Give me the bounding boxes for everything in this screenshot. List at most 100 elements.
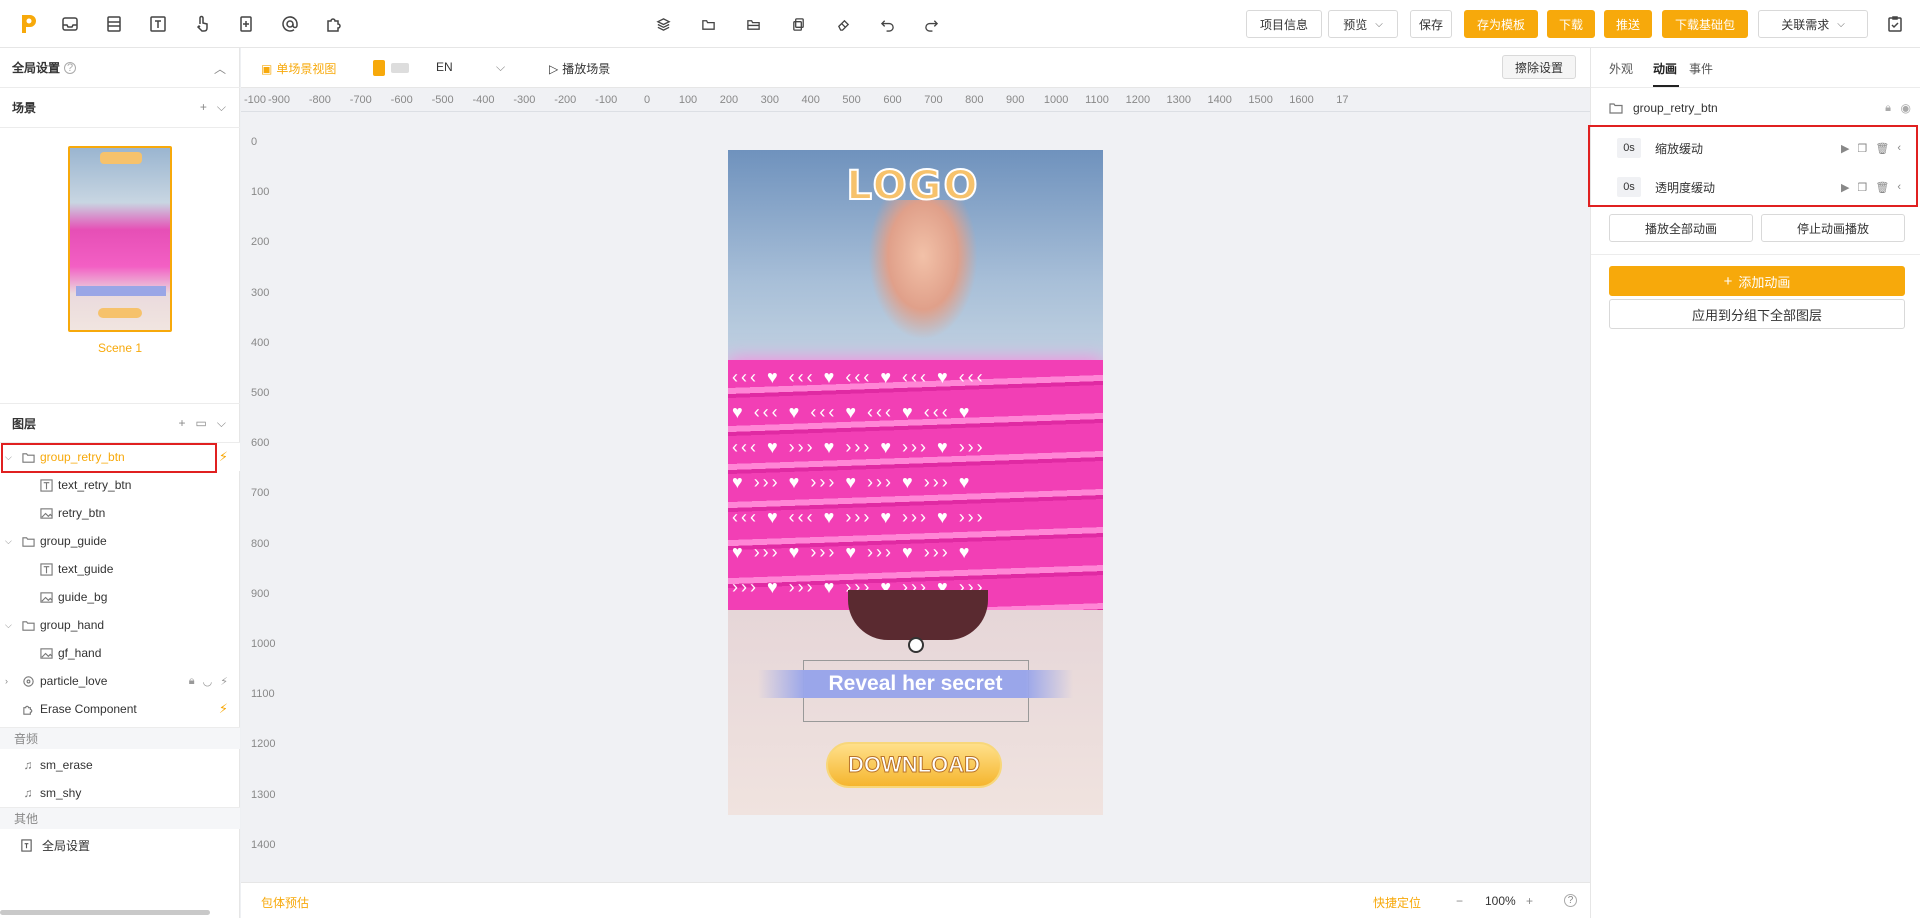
- folder-icon[interactable]: [697, 13, 719, 35]
- at-icon[interactable]: [279, 13, 301, 35]
- zoom-out-icon[interactable]: −: [1456, 894, 1463, 908]
- tab-animation[interactable]: 动画: [1653, 60, 1677, 77]
- caret-down-icon[interactable]: ⌵: [5, 536, 15, 547]
- clipboard-check-icon[interactable]: [1884, 13, 1906, 35]
- save-button[interactable]: 保存: [1410, 10, 1452, 38]
- theme-orange-swatch[interactable]: [373, 60, 385, 76]
- folder-icon: [21, 534, 35, 548]
- help-icon[interactable]: ?: [1564, 894, 1577, 907]
- other-row[interactable]: 全局设置: [0, 831, 240, 859]
- layer-row[interactable]: › particle_love 🔒︎ ◡ ⚡︎: [0, 667, 240, 695]
- thumb-button: [98, 308, 142, 318]
- ruler-tick-label: 1300: [1166, 94, 1192, 106]
- layer-row[interactable]: guide_bg: [0, 583, 240, 611]
- stop-animations-button[interactable]: 停止动画播放: [1761, 214, 1905, 242]
- play-all-animations-button[interactable]: 播放全部动画: [1609, 214, 1753, 242]
- audio-row[interactable]: ♫ sm_erase: [0, 751, 240, 779]
- lock-icon[interactable]: 🔒︎: [189, 675, 195, 688]
- folder-open-icon[interactable]: [742, 13, 764, 35]
- ruler-tick-label: 1100: [251, 688, 275, 701]
- eye-icon[interactable]: ◉: [1901, 101, 1911, 115]
- layer-name: guide_bg: [58, 590, 108, 604]
- play-scene-button[interactable]: ▷ 播放场景: [549, 60, 610, 77]
- layer-row[interactable]: Erase Component ⚡: [0, 695, 240, 723]
- ruler-tick-label: 600: [251, 437, 270, 450]
- zoom-in-icon[interactable]: +: [1526, 894, 1533, 908]
- single-scene-view-label: 单场景视图: [276, 62, 337, 76]
- ruler-tick-label: 1200: [251, 738, 276, 751]
- add-layer-icon[interactable]: +: [179, 416, 186, 431]
- scene-thumbnail[interactable]: [68, 146, 172, 332]
- lightning-icon[interactable]: ⚡: [219, 449, 228, 465]
- touch-icon[interactable]: [191, 13, 213, 35]
- tab-events[interactable]: 事件: [1689, 60, 1713, 77]
- ruler-tick-label: 500: [842, 94, 861, 106]
- scene-canvas[interactable]: LOGO ‹‹‹ ♥ ‹‹‹ ♥ ‹‹‹ ♥ ‹‹‹ ♥ ‹‹‹ ♥ ‹‹‹ ♥ …: [728, 150, 1103, 815]
- add-animation-button[interactable]: + 添加动画: [1609, 266, 1905, 296]
- stack-icon[interactable]: [652, 13, 674, 35]
- chevron-down-icon[interactable]: ⌵: [217, 416, 226, 431]
- reveal-text[interactable]: Reveal her secret: [758, 670, 1073, 698]
- lightning-icon[interactable]: ⚡︎: [220, 675, 228, 688]
- audio-row[interactable]: ♫ sm_shy: [0, 779, 240, 807]
- theme-toggle[interactable]: [373, 60, 409, 76]
- ruler-tick-label: 1600: [1289, 94, 1314, 106]
- inbox-icon[interactable]: [59, 13, 81, 35]
- canvas-logo[interactable]: LOGO: [838, 160, 988, 212]
- caret-down-icon[interactable]: ⌵: [5, 620, 15, 631]
- layer-row[interactable]: retry_btn: [0, 499, 240, 527]
- project-info-button[interactable]: 项目信息: [1246, 10, 1322, 38]
- puzzle-icon[interactable]: [323, 13, 345, 35]
- folder-add-icon[interactable]: ▭: [196, 416, 207, 431]
- left-scrollbar[interactable]: [0, 910, 210, 915]
- layer-row[interactable]: ⌵ group_guide: [0, 527, 240, 555]
- copy-icon[interactable]: [787, 13, 809, 35]
- layer-row[interactable]: ⌵ group_hand: [0, 611, 240, 639]
- theme-gray-swatch[interactable]: [391, 63, 409, 73]
- tab-appearance[interactable]: 外观: [1609, 60, 1633, 77]
- lightning-icon[interactable]: ⚡: [219, 701, 228, 717]
- push-button[interactable]: 推送: [1604, 10, 1652, 38]
- global-settings-header[interactable]: 全局设置 ? ︿: [0, 48, 240, 88]
- layer-row[interactable]: text_retry_btn: [0, 471, 240, 499]
- clear-settings-button[interactable]: 擦除设置: [1502, 55, 1576, 79]
- text-icon[interactable]: [147, 13, 169, 35]
- preview-dropdown[interactable]: 预览 ⌵: [1328, 10, 1398, 38]
- component-icon[interactable]: [235, 13, 257, 35]
- layer-row[interactable]: gf_hand: [0, 639, 240, 667]
- chevron-down-icon[interactable]: ⌵: [217, 100, 226, 115]
- ruler-tick-label: 1000: [251, 638, 276, 650]
- quick-locate-link[interactable]: 快捷定位: [1373, 894, 1421, 911]
- ruler-tick-label: 800: [965, 94, 984, 106]
- save-template-button[interactable]: 存为模板: [1464, 10, 1538, 38]
- language-select[interactable]: EN ⌵: [436, 60, 516, 75]
- eye-off-icon[interactable]: ◡: [203, 675, 213, 688]
- help-icon[interactable]: ?: [64, 61, 77, 74]
- rotate-handle-icon[interactable]: [908, 637, 924, 653]
- lock-icon[interactable]: 🔒︎: [1885, 102, 1891, 115]
- ruler-tick-label: 100: [678, 94, 698, 106]
- redo-icon[interactable]: [920, 13, 942, 35]
- download-base-button[interactable]: 下载基础包: [1662, 10, 1748, 38]
- ruler-tick-label: 1100: [1085, 94, 1109, 106]
- download-cta-text[interactable]: DOWNLOAD: [826, 742, 1002, 788]
- related-demand-dropdown[interactable]: 关联需求 ⌵: [1758, 10, 1868, 38]
- plus-icon: +: [1723, 272, 1733, 290]
- chevron-up-icon[interactable]: ︿: [214, 60, 226, 77]
- download-button[interactable]: 下载: [1547, 10, 1595, 38]
- vertical-ruler: 0 100 200 300 400 500 600 700 800 900 1000 1100 1200…: [241, 112, 275, 882]
- animation-highlight-box: [1588, 125, 1918, 207]
- add-scene-icon[interactable]: +: [200, 100, 207, 115]
- caret-right-icon[interactable]: ›: [5, 676, 15, 686]
- ruler-tick-label: 400: [801, 94, 820, 106]
- layer-row[interactable]: text_guide: [0, 555, 240, 583]
- eraser-icon[interactable]: [832, 13, 854, 35]
- undo-icon[interactable]: [876, 13, 898, 35]
- package-estimate-link[interactable]: 包体预估: [261, 894, 309, 911]
- zoom-value: 100%: [1485, 894, 1516, 908]
- layers-list-icon[interactable]: [103, 13, 125, 35]
- apply-to-group-button[interactable]: 应用到分组下全部图层: [1609, 299, 1905, 329]
- single-scene-view-button[interactable]: ▣ 单场景视图: [261, 60, 336, 77]
- scene-name[interactable]: Scene 1: [68, 341, 172, 355]
- canvas-toolbar: ▣ 单场景视图 EN ⌵ ▷ 播放场景 擦除设置: [241, 48, 1590, 88]
